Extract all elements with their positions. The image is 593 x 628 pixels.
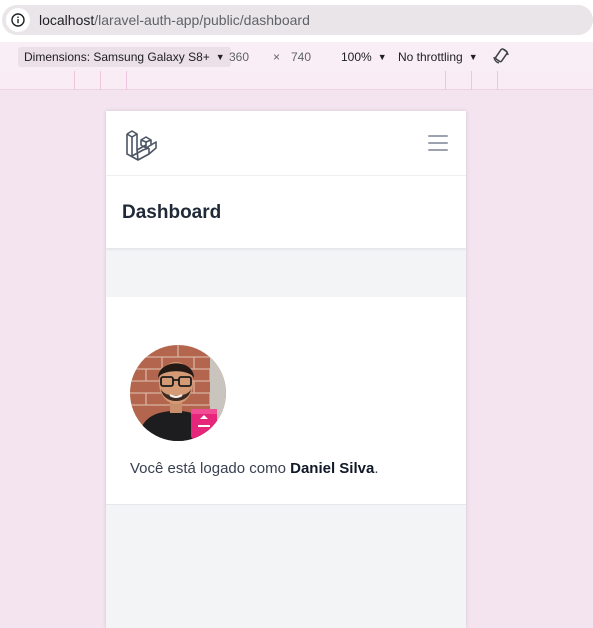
ruler-tick (497, 71, 498, 90)
ruler-tick (74, 71, 75, 90)
url-path: /laravel-auth-app/public/dashboard (94, 12, 310, 28)
hamburger-menu-icon[interactable] (428, 135, 448, 151)
zoom-label: 100% (341, 50, 372, 64)
width-input[interactable]: 360 (229, 50, 249, 64)
welcome-suffix: . (374, 460, 379, 477)
browser-toolbar: localhost/laravel-auth-app/public/dashbo… (0, 0, 593, 42)
caret-down-icon: ▼ (377, 52, 387, 62)
ruler-tick (471, 71, 472, 90)
zoom-select[interactable]: 100% ▼ (341, 50, 387, 64)
media-query-ruler[interactable] (0, 71, 593, 90)
welcome-message: Você está logado como Daniel Silva. (130, 460, 379, 477)
rotate-icon[interactable] (492, 47, 510, 65)
laravel-logo-icon[interactable] (125, 128, 159, 167)
throttling-label: No throttling (398, 50, 463, 64)
ruler-tick (100, 71, 101, 90)
caret-down-icon: ▼ (468, 52, 478, 62)
page-title: Dashboard (122, 202, 222, 223)
dimension-separator: × (273, 50, 281, 64)
url-host: localhost (39, 12, 95, 28)
site-info-icon[interactable] (6, 8, 30, 32)
welcome-prefix: Você está logado como (130, 460, 291, 477)
top-navigation (106, 111, 466, 176)
device-select[interactable]: Dimensions: Samsung Galaxy S8+ ▼ (18, 47, 231, 67)
page-header: Dashboard (106, 176, 466, 249)
avatar (130, 345, 226, 441)
url-text[interactable]: localhost/laravel-auth-app/public/dashbo… (39, 12, 310, 28)
menu-bar (428, 149, 448, 151)
height-input[interactable]: 740 (291, 50, 311, 64)
user-name: Daniel Silva (290, 460, 375, 477)
device-select-label: Dimensions: Samsung Galaxy S8+ (24, 50, 210, 64)
address-bar[interactable]: localhost/laravel-auth-app/public/dashbo… (2, 5, 593, 35)
caret-down-icon: ▼ (215, 52, 225, 62)
device-viewport: Dashboard Você está logado como Daniel S… (106, 111, 466, 628)
device-toolbar: Dimensions: Samsung Galaxy S8+ ▼ 360 × 7… (0, 42, 593, 71)
ruler-tick (126, 71, 127, 90)
menu-bar (428, 142, 448, 144)
throttling-select[interactable]: No throttling ▼ (398, 50, 478, 64)
dashboard-card: Você está logado como Daniel Silva. (106, 297, 466, 505)
menu-bar (428, 135, 448, 137)
ruler-tick (445, 71, 446, 90)
